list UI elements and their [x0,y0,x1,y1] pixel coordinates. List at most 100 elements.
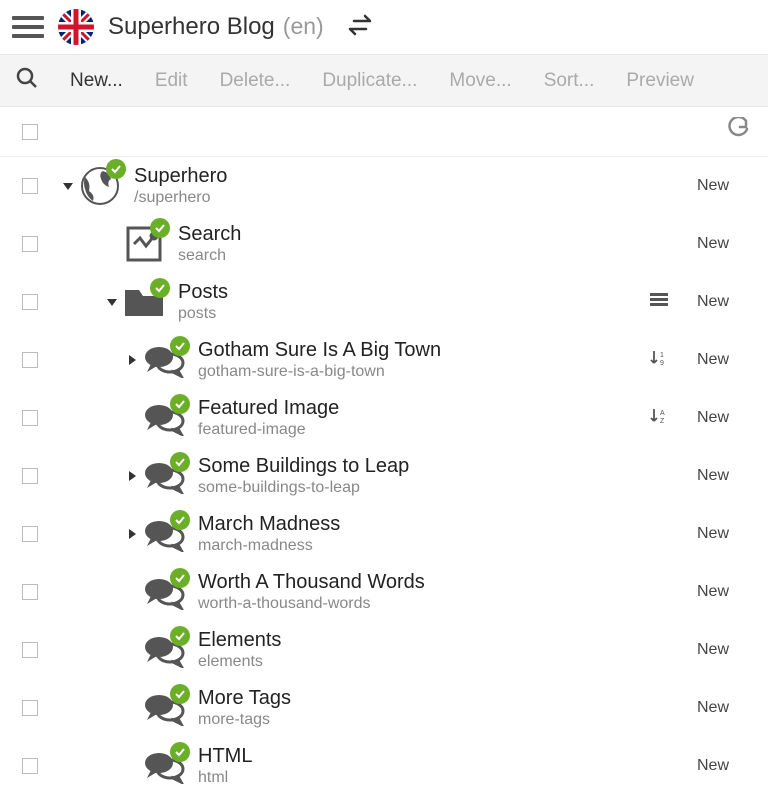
tree-row-post[interactable]: Some Buildings to Leapsome-buildings-to-… [0,447,768,505]
row-name: Elements [198,628,640,652]
expand-toggle[interactable] [107,299,117,306]
status-badge-icon [170,394,190,414]
expand-toggle[interactable] [129,471,136,481]
status-badge-icon [170,684,190,704]
row-checkbox[interactable] [22,700,38,716]
row-slug: some-buildings-to-leap [198,478,640,497]
row-status: New [678,641,748,659]
row-status: New [678,235,748,253]
row-slug: search [178,246,640,265]
tree-row-posts[interactable]: Posts posts New [0,273,768,331]
comment-icon [142,690,186,726]
tree-row-search[interactable]: Search search New [0,215,768,273]
globe-icon [78,165,122,207]
tree-row-post[interactable]: More Tagsmore-tags New [0,679,768,737]
row-status: New [678,525,748,543]
page-title-text: Superhero Blog [108,13,275,41]
tree-row-post[interactable]: Elementselements New [0,621,768,679]
toolbar-preview[interactable]: Preview [626,70,694,92]
tree-row-post[interactable]: Worth A Thousand Wordsworth-a-thousand-w… [0,563,768,621]
toolbar-duplicate[interactable]: Duplicate... [322,70,417,92]
row-checkbox[interactable] [22,352,38,368]
row-label: March Madnessmarch-madness [198,512,640,555]
sort-indicator-icon[interactable]: AZ [644,407,674,430]
row-label: Featured Imagefeatured-image [198,396,640,439]
row-slug: elements [198,652,640,671]
transfer-icon[interactable] [346,14,374,41]
row-label: Worth A Thousand Wordsworth-a-thousand-w… [198,570,640,613]
menu-button[interactable] [12,11,44,43]
row-checkbox[interactable] [22,236,38,252]
row-checkbox[interactable] [22,178,38,194]
row-slug: featured-image [198,420,640,439]
status-badge-icon [150,218,170,238]
tree-row-root[interactable]: Superhero /superhero New [0,157,768,215]
row-label: More Tagsmore-tags [198,686,640,729]
row-name: Posts [178,280,640,304]
toolbar-delete[interactable]: Delete... [220,70,291,92]
row-name: Superhero [134,164,640,188]
refresh-icon[interactable] [726,117,750,146]
comment-icon [142,574,186,610]
toolbar-edit[interactable]: Edit [155,70,188,92]
row-label: Some Buildings to Leapsome-buildings-to-… [198,454,640,497]
toolbar-sort[interactable]: Sort... [544,70,595,92]
page-title-lang: (en) [283,13,324,40]
row-checkbox[interactable] [22,584,38,600]
tree-row-post[interactable]: March Madnessmarch-madness New [0,505,768,563]
app-header: Superhero Blog (en) [0,0,768,54]
expand-toggle[interactable] [129,529,136,539]
svg-text:Z: Z [660,418,665,425]
row-slug: /superhero [134,188,640,207]
expand-toggle[interactable] [129,355,136,365]
row-slug: worth-a-thousand-words [198,594,640,613]
tree-row-post[interactable]: Gotham Sure Is A Big Towngotham-sure-is-… [0,331,768,389]
status-badge-icon [170,568,190,588]
toolbar: New... Edit Delete... Duplicate... Move.… [0,54,768,107]
row-label: Elementselements [198,628,640,671]
toolbar-move[interactable]: Move... [449,70,511,92]
search-page-icon [122,224,166,264]
row-status: New [678,583,748,601]
tree-row-post[interactable]: HTMLhtml New [0,737,768,794]
row-status: New [678,351,748,369]
row-checkbox[interactable] [22,642,38,658]
comment-icon [142,342,186,378]
svg-text:1: 1 [660,352,664,359]
toolbar-new[interactable]: New... [70,70,123,92]
row-name: Some Buildings to Leap [198,454,640,478]
row-name: HTML [198,744,640,768]
row-status: New [678,699,748,717]
status-badge-icon [150,278,170,298]
list-mode-icon[interactable] [644,293,674,312]
row-checkbox[interactable] [22,294,38,310]
row-slug: posts [178,304,640,323]
row-label: Posts posts [178,280,640,323]
row-status: New [678,409,748,427]
expand-toggle[interactable] [63,183,73,190]
sort-indicator-icon[interactable]: 19 [644,349,674,372]
tree-header [0,107,768,157]
tree-row-post[interactable]: Featured Imagefeatured-imageAZNew [0,389,768,447]
search-icon[interactable] [16,67,38,94]
row-checkbox[interactable] [22,526,38,542]
row-slug: gotham-sure-is-a-big-town [198,362,640,381]
status-badge-icon [170,742,190,762]
row-checkbox[interactable] [22,410,38,426]
select-all-checkbox[interactable] [22,124,38,140]
row-name: Gotham Sure Is A Big Town [198,338,640,362]
row-checkbox[interactable] [22,758,38,774]
row-checkbox[interactable] [22,468,38,484]
status-badge-icon [170,626,190,646]
status-badge-icon [170,452,190,472]
row-name: Featured Image [198,396,640,420]
row-name: Worth A Thousand Words [198,570,640,594]
row-name: More Tags [198,686,640,710]
comment-icon [142,632,186,668]
comment-icon [142,400,186,436]
row-status: New [678,757,748,775]
row-slug: html [198,768,640,787]
row-status: New [678,467,748,485]
locale-flag-icon[interactable] [58,9,94,45]
row-status: New [678,293,748,311]
